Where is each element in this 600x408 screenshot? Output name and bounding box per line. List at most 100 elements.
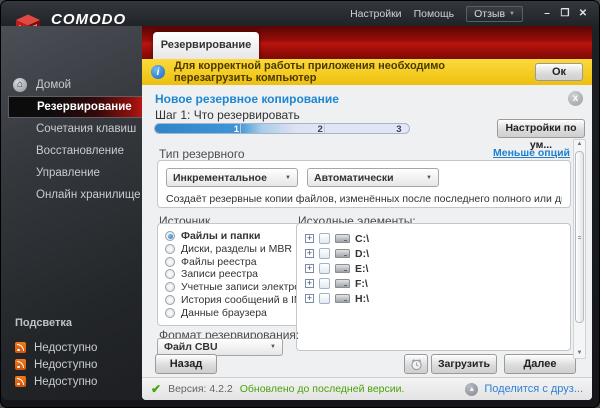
radio-icon xyxy=(165,269,175,280)
backup-type-select[interactable]: Инкрементальное ▼ xyxy=(166,168,298,187)
sidebar-item[interactable]: ⌂ Резервирование xyxy=(8,96,142,118)
schedule-button[interactable] xyxy=(404,354,428,374)
scrollbar-thumb[interactable] xyxy=(575,151,584,323)
radio-icon xyxy=(165,243,175,254)
expand-icon[interactable]: + xyxy=(305,279,314,288)
tree-item[interactable]: + D:\ xyxy=(305,246,562,261)
expand-icon[interactable]: + xyxy=(305,264,314,273)
sidebar-item[interactable]: ⌂ Сочетания клавиш xyxy=(1,118,142,140)
notice-bar: i Для корректной работы приложения необх… xyxy=(142,59,592,85)
content-panel: i Для корректной работы приложения необх… xyxy=(142,59,592,400)
checkbox[interactable] xyxy=(319,293,330,304)
statusbar: ✔ Версия: 4.2.2 Обновлено до последней в… xyxy=(142,377,592,400)
expand-icon[interactable]: + xyxy=(305,294,314,303)
source-option[interactable]: Данные браузера xyxy=(165,307,299,319)
menu-help[interactable]: Помощь xyxy=(414,8,455,20)
feed-icon xyxy=(15,359,26,370)
sidebar-item[interactable]: ⌂ Восстановление xyxy=(1,140,142,162)
sidebar-item-label: Резервирование xyxy=(37,101,132,113)
expand-icon[interactable]: + xyxy=(305,234,314,243)
app-window: Настройки Помощь Отзыв ▼ – ❐ ✕ COMODO Ba… xyxy=(0,0,600,408)
share-icon: ▲ xyxy=(465,382,479,396)
radio-icon xyxy=(165,282,175,293)
tree-item[interactable]: + H:\ xyxy=(305,291,562,306)
drive-icon xyxy=(335,249,350,258)
source-option[interactable]: Диски, разделы и MBR xyxy=(165,243,299,255)
minimize-button[interactable]: – xyxy=(541,7,553,21)
checkbox[interactable] xyxy=(319,263,330,274)
close-button[interactable]: ✕ xyxy=(577,7,589,21)
backup-type-value: Инкрементальное xyxy=(173,171,267,184)
source-option[interactable]: Записи реестра xyxy=(165,268,299,280)
format-value: Файл CBU xyxy=(164,341,218,353)
ok-button[interactable]: Ок xyxy=(535,63,583,81)
tree-item-label: E:\ xyxy=(355,262,369,275)
vertical-scrollbar[interactable]: ▲ ▼ xyxy=(573,139,586,359)
feedback-button[interactable]: Отзыв ▼ xyxy=(466,6,523,22)
source-option[interactable]: Файлы и папки xyxy=(165,230,299,242)
checkbox[interactable] xyxy=(319,278,330,289)
tab-backup[interactable]: Резервирование xyxy=(153,32,259,59)
availability-label: Недоступно xyxy=(34,341,98,354)
availability-item[interactable]: Недоступно xyxy=(15,373,142,390)
sidebar-item[interactable]: ⌂ Управление xyxy=(1,162,142,184)
expand-icon[interactable]: + xyxy=(305,249,314,258)
wizard-close-icon[interactable]: x xyxy=(568,91,583,106)
sidebar-item[interactable]: ⌂ Онлайн хранилище xyxy=(1,184,142,206)
source-option-label: Данные браузера xyxy=(181,306,267,319)
source-option-label: Учетные записи электронн... xyxy=(181,281,299,294)
scroll-down-icon[interactable]: ▼ xyxy=(577,349,583,358)
maximize-button[interactable]: ❐ xyxy=(559,7,571,21)
tree-item-label: H:\ xyxy=(355,292,369,305)
source-option-label: История сообщений в IM xyxy=(181,294,299,307)
sidebar-item[interactable]: ⌂ Домой xyxy=(1,74,142,96)
source-option[interactable]: Учетные записи электронн... xyxy=(165,281,299,293)
checkbox[interactable] xyxy=(319,248,330,259)
availability-label: Недоступно xyxy=(34,375,98,388)
chevron-down-icon: ▼ xyxy=(270,344,276,350)
sidebar-item-label: Домой xyxy=(36,79,72,91)
sidebar-item-label: Сочетания клавиш xyxy=(36,123,137,135)
source-option-label: Диски, разделы и MBR xyxy=(181,242,292,255)
tree-item-label: F:\ xyxy=(355,277,368,290)
feedback-label: Отзыв xyxy=(474,8,506,20)
share-link[interactable]: Поделится с друз... xyxy=(484,383,583,395)
tree-item[interactable]: + C:\ xyxy=(305,231,562,246)
drive-icon xyxy=(335,234,350,243)
chevron-down-icon: ▼ xyxy=(426,174,432,181)
availability-item[interactable]: Недоступно xyxy=(15,356,142,373)
radio-icon xyxy=(165,231,175,241)
tree-item[interactable]: + F:\ xyxy=(305,276,562,291)
checkbox[interactable] xyxy=(319,233,330,244)
less-options-link[interactable]: Меньше опций xyxy=(493,147,570,159)
source-option[interactable]: История сообщений в IM xyxy=(165,294,299,306)
tree-item-label: C:\ xyxy=(355,232,369,245)
tree-item-label: D:\ xyxy=(355,247,369,260)
feed-icon xyxy=(15,376,26,387)
update-check-icon: ✔ xyxy=(151,382,162,396)
schedule-mode-select[interactable]: Автоматически ▼ xyxy=(307,168,439,187)
source-option-label: Записи реестра xyxy=(181,268,259,281)
availability-item[interactable]: Недоступно xyxy=(15,339,142,356)
radio-icon xyxy=(165,307,175,318)
chevron-down-icon: ▼ xyxy=(285,174,291,181)
type-section-title: Тип резервного xyxy=(159,147,245,161)
scroll-up-icon[interactable]: ▲ xyxy=(577,140,583,149)
notice-text: Для корректной работы приложения необход… xyxy=(174,60,445,84)
progress-step-3: 3 xyxy=(396,124,402,135)
type-description: Создаёт резервные копии файлов, изменённ… xyxy=(166,193,562,205)
tree-item[interactable]: + E:\ xyxy=(305,261,562,276)
wizard-title: Новое резервное копирование xyxy=(155,92,339,106)
default-settings-button[interactable]: Настройки по ум... xyxy=(497,119,585,151)
update-status: Обновлено до последней версии. xyxy=(239,383,405,395)
next-button[interactable]: Далее xyxy=(504,354,576,374)
menu-settings[interactable]: Настройки xyxy=(350,8,402,20)
drive-icon xyxy=(335,294,350,303)
sidebar-item-label: Восстановление xyxy=(36,145,124,157)
drive-icon xyxy=(335,264,350,273)
sidebar-item-label: Управление xyxy=(36,167,100,179)
load-script-button[interactable]: Загрузить скрипт xyxy=(431,354,497,388)
version-label: Версия: 4.2.2 xyxy=(168,383,233,395)
source-option[interactable]: Файлы реестра xyxy=(165,256,299,268)
back-button[interactable]: Назад xyxy=(155,354,217,374)
